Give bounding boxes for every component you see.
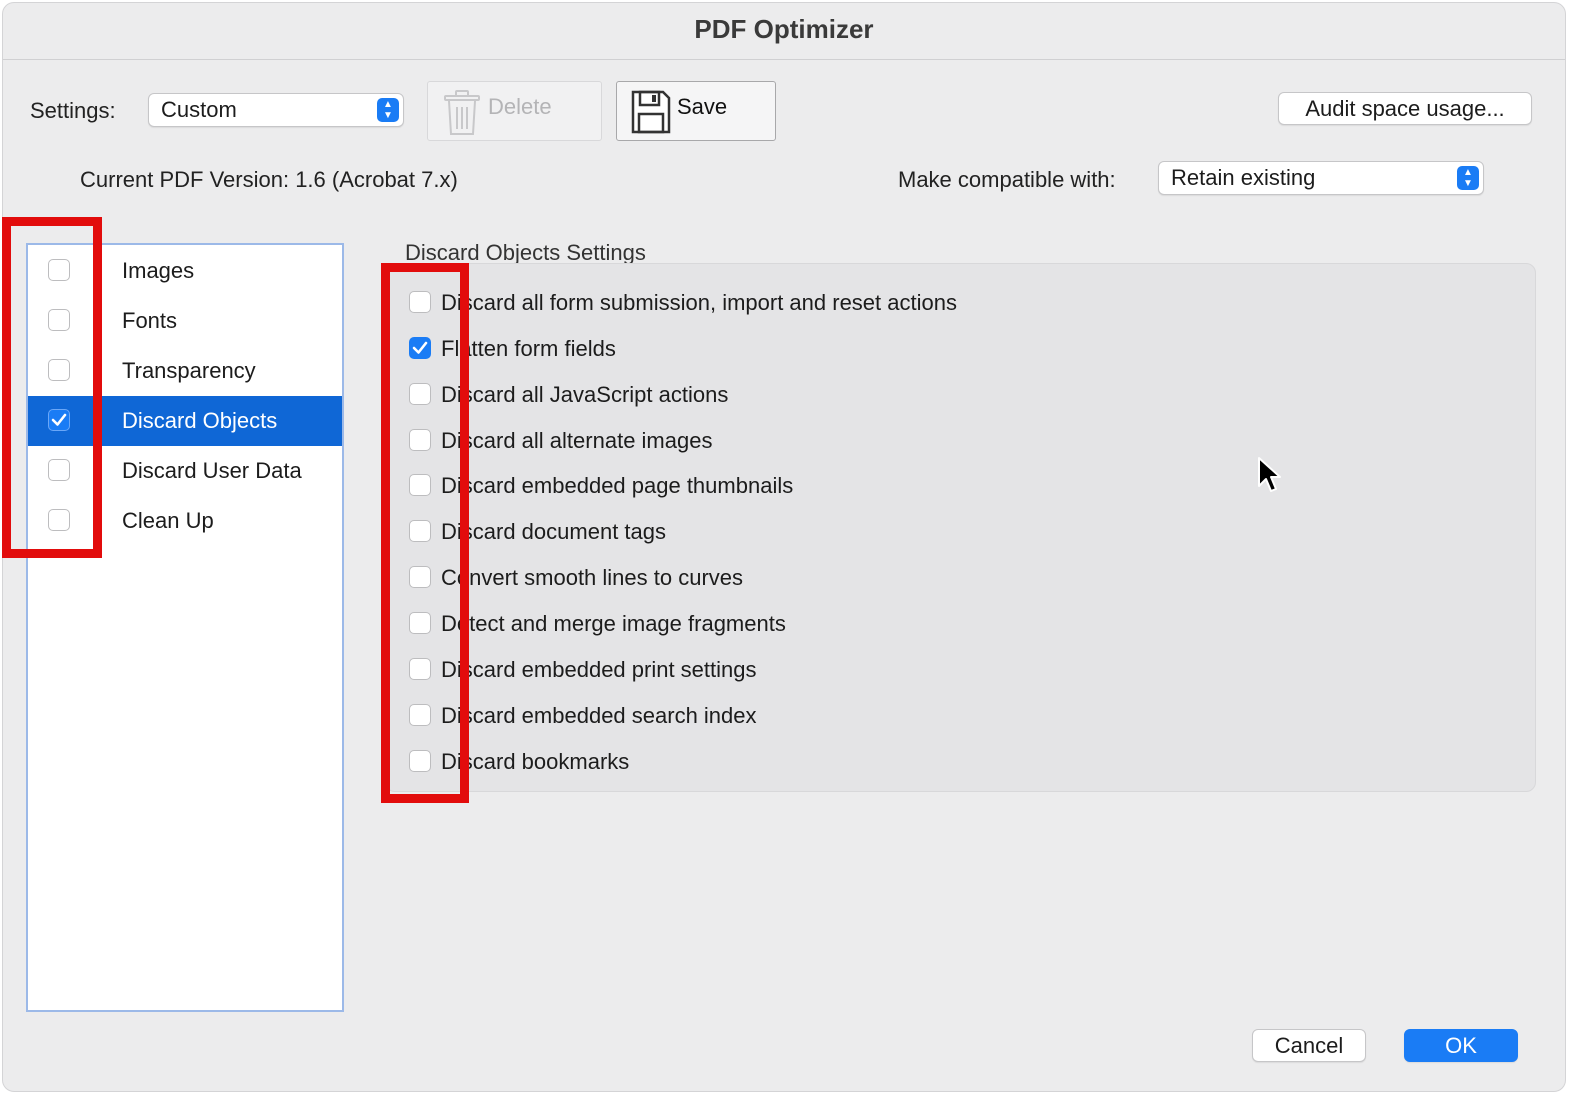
ok-button[interactable]: OK <box>1404 1029 1518 1062</box>
option-label: Discard embedded page thumbnails <box>441 473 794 498</box>
floppy-disk-icon <box>631 90 671 134</box>
option-label: Discard embedded search index <box>441 703 757 728</box>
delete-button-label: Delete <box>488 94 552 119</box>
cancel-button[interactable]: Cancel <box>1252 1029 1366 1062</box>
category-label: Discard Objects <box>122 408 278 433</box>
settings-label: Settings: <box>30 98 116 123</box>
category-label: Discard User Data <box>122 458 302 483</box>
category-label: Clean Up <box>122 508 214 533</box>
chevron-up-down-icon: ▲ ▼ <box>377 98 399 122</box>
make-compatible-label: Make compatible with: <box>898 167 1116 192</box>
option-label: Discard all form submission, import and … <box>441 290 957 315</box>
current-pdf-version: Current PDF Version: 1.6 (Acrobat 7.x) <box>80 167 458 192</box>
save-button-label: Save <box>677 94 728 119</box>
option-label: Discard bookmarks <box>441 749 630 774</box>
dialog-title: PDF Optimizer <box>3 3 1565 60</box>
trash-icon <box>444 90 480 135</box>
settings-select[interactable]: Custom ▲ ▼ <box>148 93 404 127</box>
option-label: Discard all alternate images <box>441 428 713 453</box>
option-label: Discard all JavaScript actions <box>441 382 729 407</box>
mouse-pointer-icon <box>1258 457 1281 492</box>
option-label: Detect and merge image fragments <box>441 611 786 636</box>
chevron-up-down-icon: ▲ ▼ <box>1457 166 1479 190</box>
compatibility-select[interactable]: Retain existing ▲ ▼ <box>1158 161 1484 195</box>
compatibility-select-value: Retain existing <box>1171 165 1316 190</box>
delete-button[interactable]: Delete <box>427 81 602 141</box>
option-label: Convert smooth lines to curves <box>441 565 744 590</box>
option-label: Discard document tags <box>441 519 666 544</box>
save-button[interactable]: Save <box>616 81 776 141</box>
audit-space-usage-button[interactable]: Audit space usage... <box>1278 92 1532 125</box>
category-label: Transparency <box>122 358 256 383</box>
highlight-box-options <box>381 263 469 803</box>
category-label: Images <box>122 258 195 283</box>
category-label: Fonts <box>122 308 178 333</box>
option-label: Discard embedded print settings <box>441 657 757 682</box>
settings-select-value: Custom <box>161 97 237 122</box>
highlight-box-categories <box>2 217 102 558</box>
